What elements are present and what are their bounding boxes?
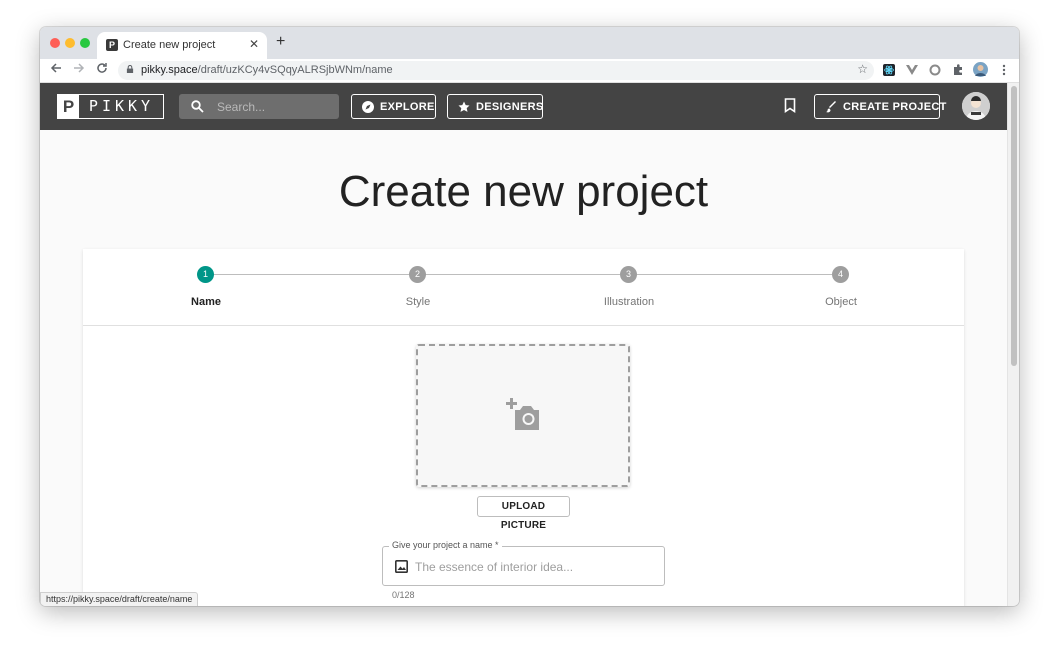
compass-icon — [362, 101, 374, 113]
search-box[interactable] — [179, 94, 339, 119]
scrollbar-thumb[interactable] — [1011, 86, 1017, 366]
app-header: P PIKKY EXPLORE DESIGNERS CREATE PROJECT — [40, 83, 1007, 130]
create-project-label: CREATE PROJECT — [843, 101, 947, 113]
user-avatar[interactable] — [962, 92, 990, 120]
add-photo-icon — [506, 398, 539, 430]
project-name-label: Give your project a name * — [389, 540, 502, 550]
address-bar[interactable]: pikky.space/draft/uzKCy4vSQqyALRSjbWNm/n… — [118, 61, 874, 80]
character-counter: 0/128 — [392, 590, 415, 600]
step-3-indicator[interactable]: 3 — [620, 266, 637, 283]
close-window-button[interactable] — [50, 38, 60, 48]
create-project-button[interactable]: CREATE PROJECT — [814, 94, 946, 119]
minimize-window-button[interactable] — [65, 38, 75, 48]
tab-close-icon[interactable]: ✕ — [249, 37, 259, 51]
extensions-puzzle-icon[interactable] — [952, 64, 964, 76]
profile-avatar-icon[interactable] — [973, 62, 988, 77]
logo-letter: P — [58, 95, 80, 118]
step-connector — [425, 274, 620, 275]
create-project-card: 1 2 3 4 Name Style Illustration Object U… — [83, 249, 964, 606]
brush-icon — [826, 101, 836, 113]
link-status-bubble: https://pikky.space/draft/create/name — [40, 592, 199, 606]
browser-window: P Create new project ✕ + pikky.space/dra… — [40, 27, 1019, 606]
step-1-label[interactable]: Name — [146, 296, 266, 308]
bookmark-star-icon[interactable]: ☆ — [857, 62, 868, 76]
designers-button[interactable]: DESIGNERS — [447, 94, 543, 119]
maximize-window-button[interactable] — [80, 38, 90, 48]
search-icon — [191, 100, 204, 113]
step-2-indicator[interactable]: 2 — [409, 266, 426, 283]
url-path: /draft/uzKCy4vSQqyALRSjbWNm/name — [197, 64, 393, 76]
reload-icon[interactable] — [96, 62, 108, 77]
page-title: Create new project — [338, 167, 709, 216]
explore-label: EXPLORE — [380, 101, 435, 113]
url-text: pikky.space/draft/uzKCy4vSQqyALRSjbWNm/n… — [141, 64, 393, 76]
new-tab-button[interactable]: + — [276, 33, 285, 51]
explore-button[interactable]: EXPLORE — [351, 94, 436, 119]
image-icon — [395, 560, 408, 573]
stepper: 1 2 3 4 Name Style Illustration Object — [83, 249, 964, 326]
designers-label: DESIGNERS — [476, 101, 544, 113]
image-dropzone[interactable] — [416, 344, 630, 487]
user-photo-icon — [962, 92, 990, 120]
react-devtools-icon[interactable] — [883, 64, 895, 76]
logo-text: PIKKY — [80, 95, 163, 118]
lock-icon — [126, 65, 134, 73]
page-scrollbar[interactable] — [1007, 83, 1019, 606]
project-name-input[interactable] — [415, 559, 655, 575]
back-icon[interactable] — [50, 62, 62, 77]
browser-tab[interactable]: P Create new project ✕ — [97, 32, 267, 59]
project-name-field[interactable]: Give your project a name * — [382, 540, 665, 586]
upload-picture-button[interactable]: UPLOAD PICTURE — [477, 496, 570, 531]
step-1-indicator[interactable]: 1 — [197, 266, 214, 283]
pikky-logo[interactable]: P PIKKY — [57, 94, 164, 119]
step-3-label[interactable]: Illustration — [569, 296, 689, 308]
step-2-label[interactable]: Style — [358, 296, 478, 308]
url-host: pikky.space — [141, 64, 198, 76]
step-4-label[interactable]: Object — [781, 296, 901, 308]
forward-icon[interactable] — [73, 62, 85, 77]
tab-title: Create new project — [123, 39, 216, 51]
more-menu-icon[interactable] — [998, 64, 1010, 76]
browser-toolbar: pikky.space/draft/uzKCy4vSQqyALRSjbWNm/n… — [40, 59, 1019, 83]
search-input[interactable] — [217, 98, 332, 115]
star-icon — [458, 101, 470, 112]
bookmark-icon[interactable] — [784, 98, 796, 113]
extension-circle-icon[interactable] — [929, 64, 941, 76]
step-connector — [213, 274, 409, 275]
vue-devtools-icon[interactable] — [906, 64, 918, 76]
tab-strip: P Create new project ✕ + — [40, 27, 1019, 59]
step-4-indicator[interactable]: 4 — [832, 266, 849, 283]
pikky-favicon-icon: P — [106, 39, 118, 51]
step-connector — [637, 274, 832, 275]
